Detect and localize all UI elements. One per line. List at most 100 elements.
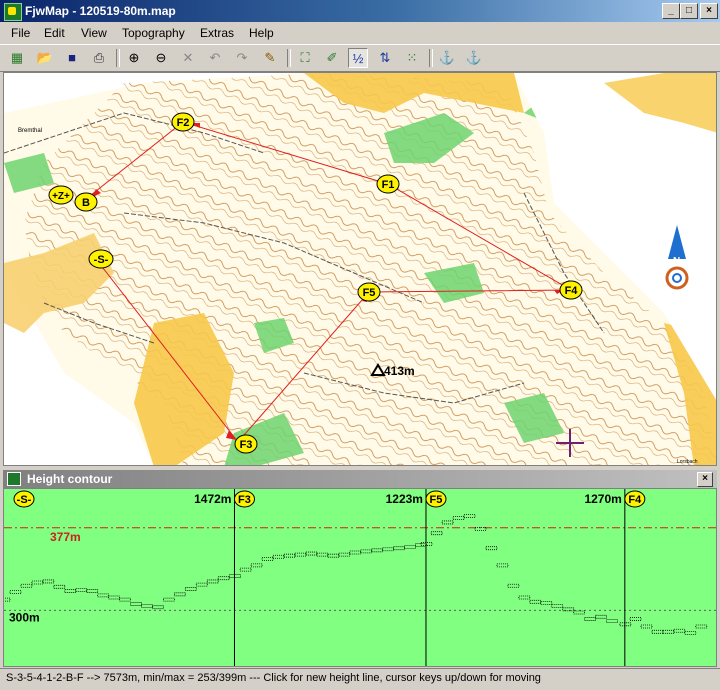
elevation-point	[606, 619, 618, 624]
control-F2[interactable]: F2	[171, 112, 195, 132]
toolbar-separator	[429, 49, 433, 67]
leg-marker-label-3: F4	[628, 494, 642, 506]
print-icon[interactable]: ⎙	[89, 48, 109, 68]
elevation-point	[360, 549, 373, 554]
north-letter: N	[673, 256, 680, 267]
elevation-point	[551, 604, 564, 608]
save-disk-icon[interactable]: ■	[62, 48, 82, 68]
elevation-point	[573, 610, 586, 615]
elevation-point	[640, 624, 653, 629]
elevation-point	[163, 597, 175, 602]
reference-label-377: 377m	[50, 530, 81, 544]
elevation-point	[305, 551, 318, 556]
elevation-point	[349, 550, 362, 555]
control-label-F5: F5	[363, 287, 376, 299]
elevation-point	[518, 595, 531, 600]
maximize-button[interactable]: □	[680, 3, 698, 19]
undo-icon[interactable]: ↶	[205, 48, 225, 68]
menu-help[interactable]: Help	[249, 26, 274, 40]
close-button[interactable]: ×	[700, 3, 718, 19]
menu-extras[interactable]: Extras	[200, 26, 234, 40]
control-label-F3: F3	[240, 439, 253, 451]
elevation-point	[584, 617, 597, 621]
control-S[interactable]: -S-	[88, 249, 114, 269]
control-B[interactable]: B	[74, 192, 98, 212]
elevation-point	[441, 520, 454, 525]
elevation-point	[283, 553, 296, 558]
elevation-point	[184, 587, 197, 591]
elevation-point	[217, 576, 230, 581]
menu-view[interactable]: View	[81, 26, 107, 40]
elevation-point	[316, 552, 329, 557]
control-F5[interactable]: F5	[357, 282, 381, 302]
elevation-point	[195, 582, 208, 587]
elevation-point	[97, 593, 110, 598]
menu-edit[interactable]: Edit	[44, 26, 65, 40]
numbering-icon[interactable]: ½	[348, 48, 368, 68]
toolbar: ▦ 📂 ■ ⎙ ⊕ ⊖ ✕ ↶ ↷ ✎ ⛶ ✐ ½ ⇅ ⁙ ⚓ ⚓	[0, 44, 720, 72]
elevation-point	[173, 592, 186, 597]
control-label-F4: F4	[565, 285, 579, 297]
orienteering-map[interactable]: N Bremthal Lorsbach 413m F2 F1 +Z+ B -S-…	[4, 73, 717, 466]
elevation-point	[430, 531, 443, 536]
reference-label-300: 300m	[9, 610, 40, 624]
control-label-Z: +Z+	[52, 191, 70, 202]
redo-icon[interactable]: ↷	[232, 48, 252, 68]
menu-bar: File Edit View Topography Extras Help	[0, 22, 720, 44]
zoom-in-icon[interactable]: ⊕	[124, 48, 144, 68]
control-F1[interactable]: F1	[376, 174, 400, 194]
draw-pencil-icon[interactable]: ✐	[322, 48, 342, 68]
elevation-point	[452, 516, 465, 521]
elevation-point	[463, 514, 476, 518]
elevation-point	[684, 631, 697, 635]
leg-marker-label-2: F5	[430, 494, 443, 506]
elevation-point	[529, 599, 542, 604]
control-label-S: -S-	[94, 254, 109, 266]
ruler-pencil-icon[interactable]: ✎	[260, 48, 280, 68]
elevation-point	[75, 588, 88, 592]
status-text: S-3-5-4-1-2-B-F --> 7573m, min/max = 253…	[6, 672, 541, 684]
elevation-point	[42, 579, 55, 584]
minimize-button[interactable]: _	[662, 3, 680, 19]
height-profile-svg[interactable]: 377m 300m -S- F3 1472m F5 1223m F4 1270m	[4, 489, 717, 667]
delete-icon[interactable]: ✕	[178, 48, 198, 68]
zoom-out-icon[interactable]: ⊖	[151, 48, 171, 68]
menu-file[interactable]: File	[11, 26, 30, 40]
dots-grid-icon[interactable]: ⁙	[402, 48, 422, 68]
anchor-end-icon[interactable]: ⚓	[464, 48, 484, 68]
toolbar-separator	[287, 49, 291, 67]
menu-topography[interactable]: Topography	[122, 26, 185, 40]
elevation-point	[485, 546, 498, 551]
elevation-point	[250, 563, 263, 568]
course-select-icon[interactable]: ⛶	[295, 48, 315, 68]
elevation-point	[338, 552, 351, 557]
elevation-point	[294, 552, 307, 557]
pane-app-icon	[7, 472, 21, 486]
elevation-point	[119, 597, 131, 602]
height-pane-close-button[interactable]: ×	[697, 472, 713, 487]
elevation-point	[673, 628, 686, 633]
elevation-point	[595, 614, 607, 619]
control-F4[interactable]: F4	[559, 280, 583, 300]
open-folder-icon[interactable]: 📂	[35, 48, 55, 68]
sort-order-icon[interactable]: ⇅	[375, 48, 395, 68]
leg-distance-label-3: 1270m	[584, 492, 621, 506]
elevation-point	[393, 546, 405, 551]
elevation-point	[130, 602, 142, 606]
elevation-point	[629, 617, 642, 621]
control-label-F2: F2	[177, 117, 190, 129]
height-contour-titlebar: Height contour	[3, 470, 717, 488]
map-view[interactable]: N Bremthal Lorsbach 413m F2 F1 +Z+ B -S-…	[3, 72, 717, 466]
elevation-point	[507, 583, 520, 588]
anchor-start-icon[interactable]: ⚓	[437, 48, 457, 68]
elevation-point	[662, 629, 675, 634]
control-F3[interactable]: F3	[234, 434, 258, 454]
status-bar: S-3-5-4-1-2-B-F --> 7573m, min/max = 253…	[0, 668, 720, 690]
control-Z[interactable]: +Z+	[48, 185, 74, 205]
height-contour-chart[interactable]: 377m 300m -S- F3 1472m F5 1223m F4 1270m	[3, 488, 717, 667]
elevation-point	[108, 595, 121, 600]
leg-marker-label-0: -S-	[17, 494, 32, 506]
elevation-point	[64, 589, 77, 593]
elevation-point	[382, 547, 395, 552]
new-map-icon[interactable]: ▦	[7, 48, 27, 68]
